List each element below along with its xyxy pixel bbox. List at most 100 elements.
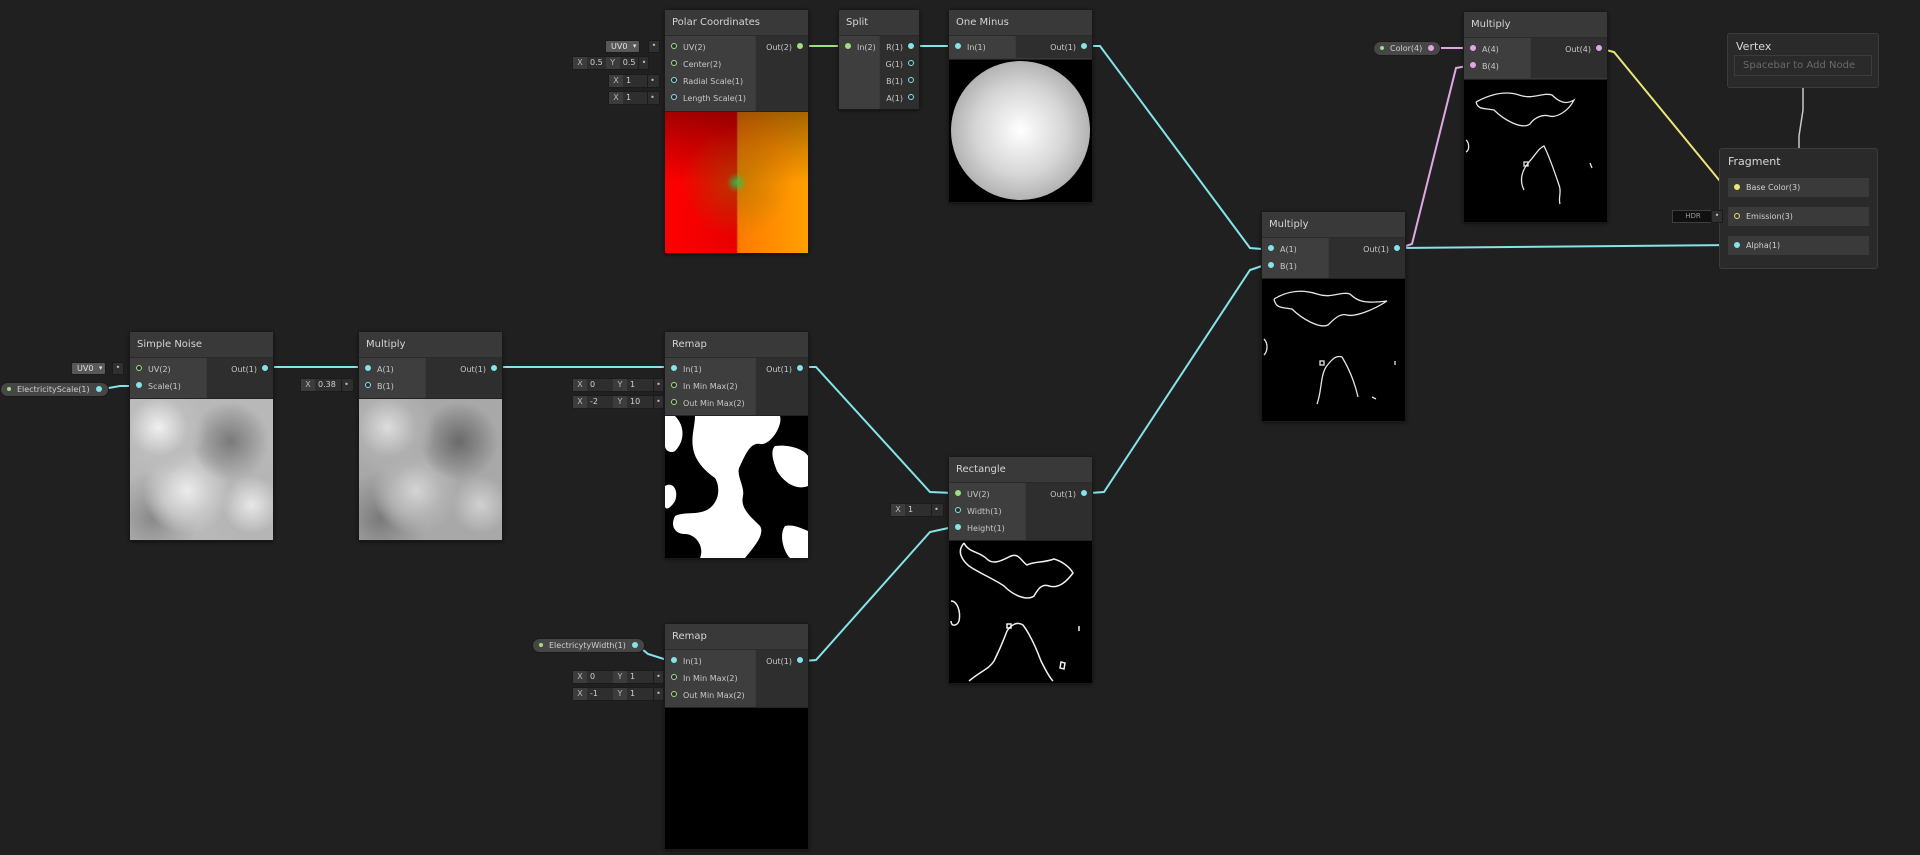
rectangle-width-field[interactable]: X 1 •: [890, 503, 944, 517]
port-out-min-max[interactable]: Out Min Max(2): [665, 687, 745, 704]
simple-noise-node[interactable]: Simple Noise UV(2) Scale(1) Out(1): [129, 331, 274, 541]
port-out[interactable]: Out(1): [460, 361, 502, 378]
polar-uv-dropdown[interactable]: UV0: [605, 40, 641, 53]
port-a[interactable]: A(1): [1262, 241, 1297, 258]
remap-top-node[interactable]: Remap In(1) In Min Max(2) Out Min Max(2)…: [664, 331, 809, 559]
polar-preview-shade: [665, 112, 808, 253]
split-node[interactable]: Split In(2) R(1) G(1) B(1) A(1): [838, 9, 920, 110]
port-dot-icon: [908, 77, 914, 83]
vertex-context[interactable]: Vertex Spacebar to Add Node: [1727, 33, 1879, 88]
base-color-slot[interactable]: Base Color(3): [1728, 178, 1869, 197]
remap-bottom-in-min-max-field[interactable]: X 0 Y 1 •: [572, 670, 664, 684]
port-in[interactable]: In(1): [665, 361, 702, 378]
port-dot-icon: [797, 43, 803, 49]
port-dot-icon: [491, 365, 497, 371]
multiply-right-node[interactable]: Multiply A(1) B(1) Out(1): [1261, 211, 1406, 422]
fragment-context[interactable]: Fragment Base Color(3) Emission(3) Alpha…: [1719, 148, 1878, 269]
port-height[interactable]: Height(1): [949, 520, 1005, 537]
port-width[interactable]: Width(1): [949, 503, 1002, 520]
wire-remap-to-rectangle: [803, 366, 954, 494]
alpha-slot[interactable]: Alpha(1): [1728, 236, 1869, 255]
port-out[interactable]: Out(1): [766, 361, 808, 378]
port-dot-icon: [671, 60, 677, 66]
port-dot-icon: [845, 43, 851, 49]
port-b[interactable]: B(4): [1464, 58, 1499, 75]
one-minus-node[interactable]: One Minus In(1) Out(1): [948, 9, 1093, 203]
multiply-left-preview: [359, 398, 502, 540]
port-out[interactable]: Out(1): [1363, 241, 1405, 258]
port-dot-icon: [955, 507, 961, 513]
port-b[interactable]: B(1): [359, 378, 394, 395]
port-out[interactable]: Out(2): [766, 39, 808, 56]
port-dot-icon: [797, 365, 803, 371]
polar-uv-link[interactable]: •: [648, 40, 660, 53]
wire-vertex-to-fragment: [1798, 88, 1804, 148]
port-in[interactable]: In(2): [839, 39, 876, 56]
port-a[interactable]: A(4): [1464, 41, 1499, 58]
port-out[interactable]: Out(1): [231, 361, 273, 378]
polar-coordinates-node[interactable]: Polar Coordinates UV(2) Center(2) Radial…: [664, 9, 809, 254]
port-r[interactable]: R(1): [886, 39, 919, 56]
port-scale[interactable]: Scale(1): [130, 378, 181, 395]
electricity-width-property[interactable]: ElectricytyWidth(1): [532, 638, 645, 653]
shader-graph-canvas[interactable]: Polar Coordinates UV(2) Center(2) Radial…: [0, 0, 1920, 855]
multiply-top-preview: [1464, 79, 1607, 222]
port-uv[interactable]: UV(2): [130, 361, 171, 378]
port-out[interactable]: Out(4): [1565, 41, 1607, 58]
port-a[interactable]: A(1): [886, 90, 919, 107]
port-in-min-max[interactable]: In Min Max(2): [665, 670, 738, 687]
blob-preview-icon: [665, 416, 808, 558]
node-title: One Minus: [949, 10, 1092, 36]
port-dot-icon: [631, 642, 638, 648]
port-dot-icon: [955, 43, 961, 49]
noise-uv-link[interactable]: •: [112, 362, 124, 375]
polar-radial-scale-field[interactable]: X 1 •: [608, 74, 660, 88]
port-b[interactable]: B(1): [1262, 258, 1297, 275]
remap-top-in-min-max-field[interactable]: X 0 Y 1 •: [572, 378, 664, 392]
rectangle-node[interactable]: Rectangle UV(2) Width(1) Height(1) Out(1…: [948, 456, 1093, 684]
port-uv[interactable]: UV(2): [949, 486, 990, 503]
port-dot-icon: [671, 77, 677, 83]
port-b[interactable]: B(1): [886, 73, 919, 90]
port-center[interactable]: Center(2): [665, 56, 721, 73]
port-uv[interactable]: UV(2): [665, 39, 706, 56]
wire-multiplytop-to-basecolor: [1601, 48, 1736, 189]
port-g[interactable]: G(1): [885, 56, 919, 73]
emission-link[interactable]: •: [1711, 210, 1723, 223]
port-length-scale[interactable]: Length Scale(1): [665, 90, 746, 107]
port-a[interactable]: A(1): [359, 361, 394, 378]
port-dot-icon: [671, 691, 677, 697]
port-dot-icon: [1470, 62, 1476, 68]
emission-slot[interactable]: Emission(3): [1728, 207, 1869, 226]
port-in-min-max[interactable]: In Min Max(2): [665, 378, 738, 395]
multiply-top-node[interactable]: Multiply A(4) B(4) Out(4): [1463, 11, 1608, 223]
add-node-hint[interactable]: Spacebar to Add Node: [1734, 55, 1872, 76]
noise-uv-dropdown[interactable]: UV0: [71, 362, 107, 375]
wire-multiply-to-multiplytop: [1399, 65, 1468, 249]
remap-bottom-out-min-max-field[interactable]: X -1 Y 1 •: [572, 687, 664, 701]
port-out[interactable]: Out(1): [1050, 486, 1092, 503]
port-radial-scale[interactable]: Radial Scale(1): [665, 73, 743, 90]
node-title: Split: [839, 10, 919, 36]
port-in[interactable]: In(1): [665, 653, 702, 670]
port-out[interactable]: Out(1): [1050, 39, 1092, 56]
rectangle-preview: [949, 540, 1092, 683]
node-title: Multiply: [1464, 12, 1607, 38]
port-out-min-max[interactable]: Out Min Max(2): [665, 395, 745, 412]
polar-length-scale-field[interactable]: X 1 •: [608, 91, 660, 105]
multiply-left-node[interactable]: Multiply A(1) B(1) Out(1): [358, 331, 503, 541]
port-in[interactable]: In(1): [949, 39, 986, 56]
polar-preview: [665, 111, 808, 253]
port-dot-icon: [908, 60, 914, 66]
remap-bottom-node[interactable]: Remap In(1) In Min Max(2) Out Min Max(2)…: [664, 623, 809, 850]
port-dot-icon: [797, 657, 803, 663]
port-dot-icon: [1734, 242, 1740, 248]
property-dot-icon: [1380, 46, 1384, 50]
polar-center-field[interactable]: X 0.5 Y 0.5 •: [572, 56, 650, 70]
remap-top-out-min-max-field[interactable]: X -2 Y 10 •: [572, 395, 664, 409]
port-out[interactable]: Out(1): [766, 653, 808, 670]
electricity-scale-property[interactable]: ElectricityScale(1): [0, 382, 109, 397]
color-property[interactable]: Color(4): [1373, 41, 1442, 56]
multiply-b-field[interactable]: X 0.38 •: [300, 378, 354, 392]
emission-hdr-field[interactable]: HDR: [1672, 210, 1714, 223]
